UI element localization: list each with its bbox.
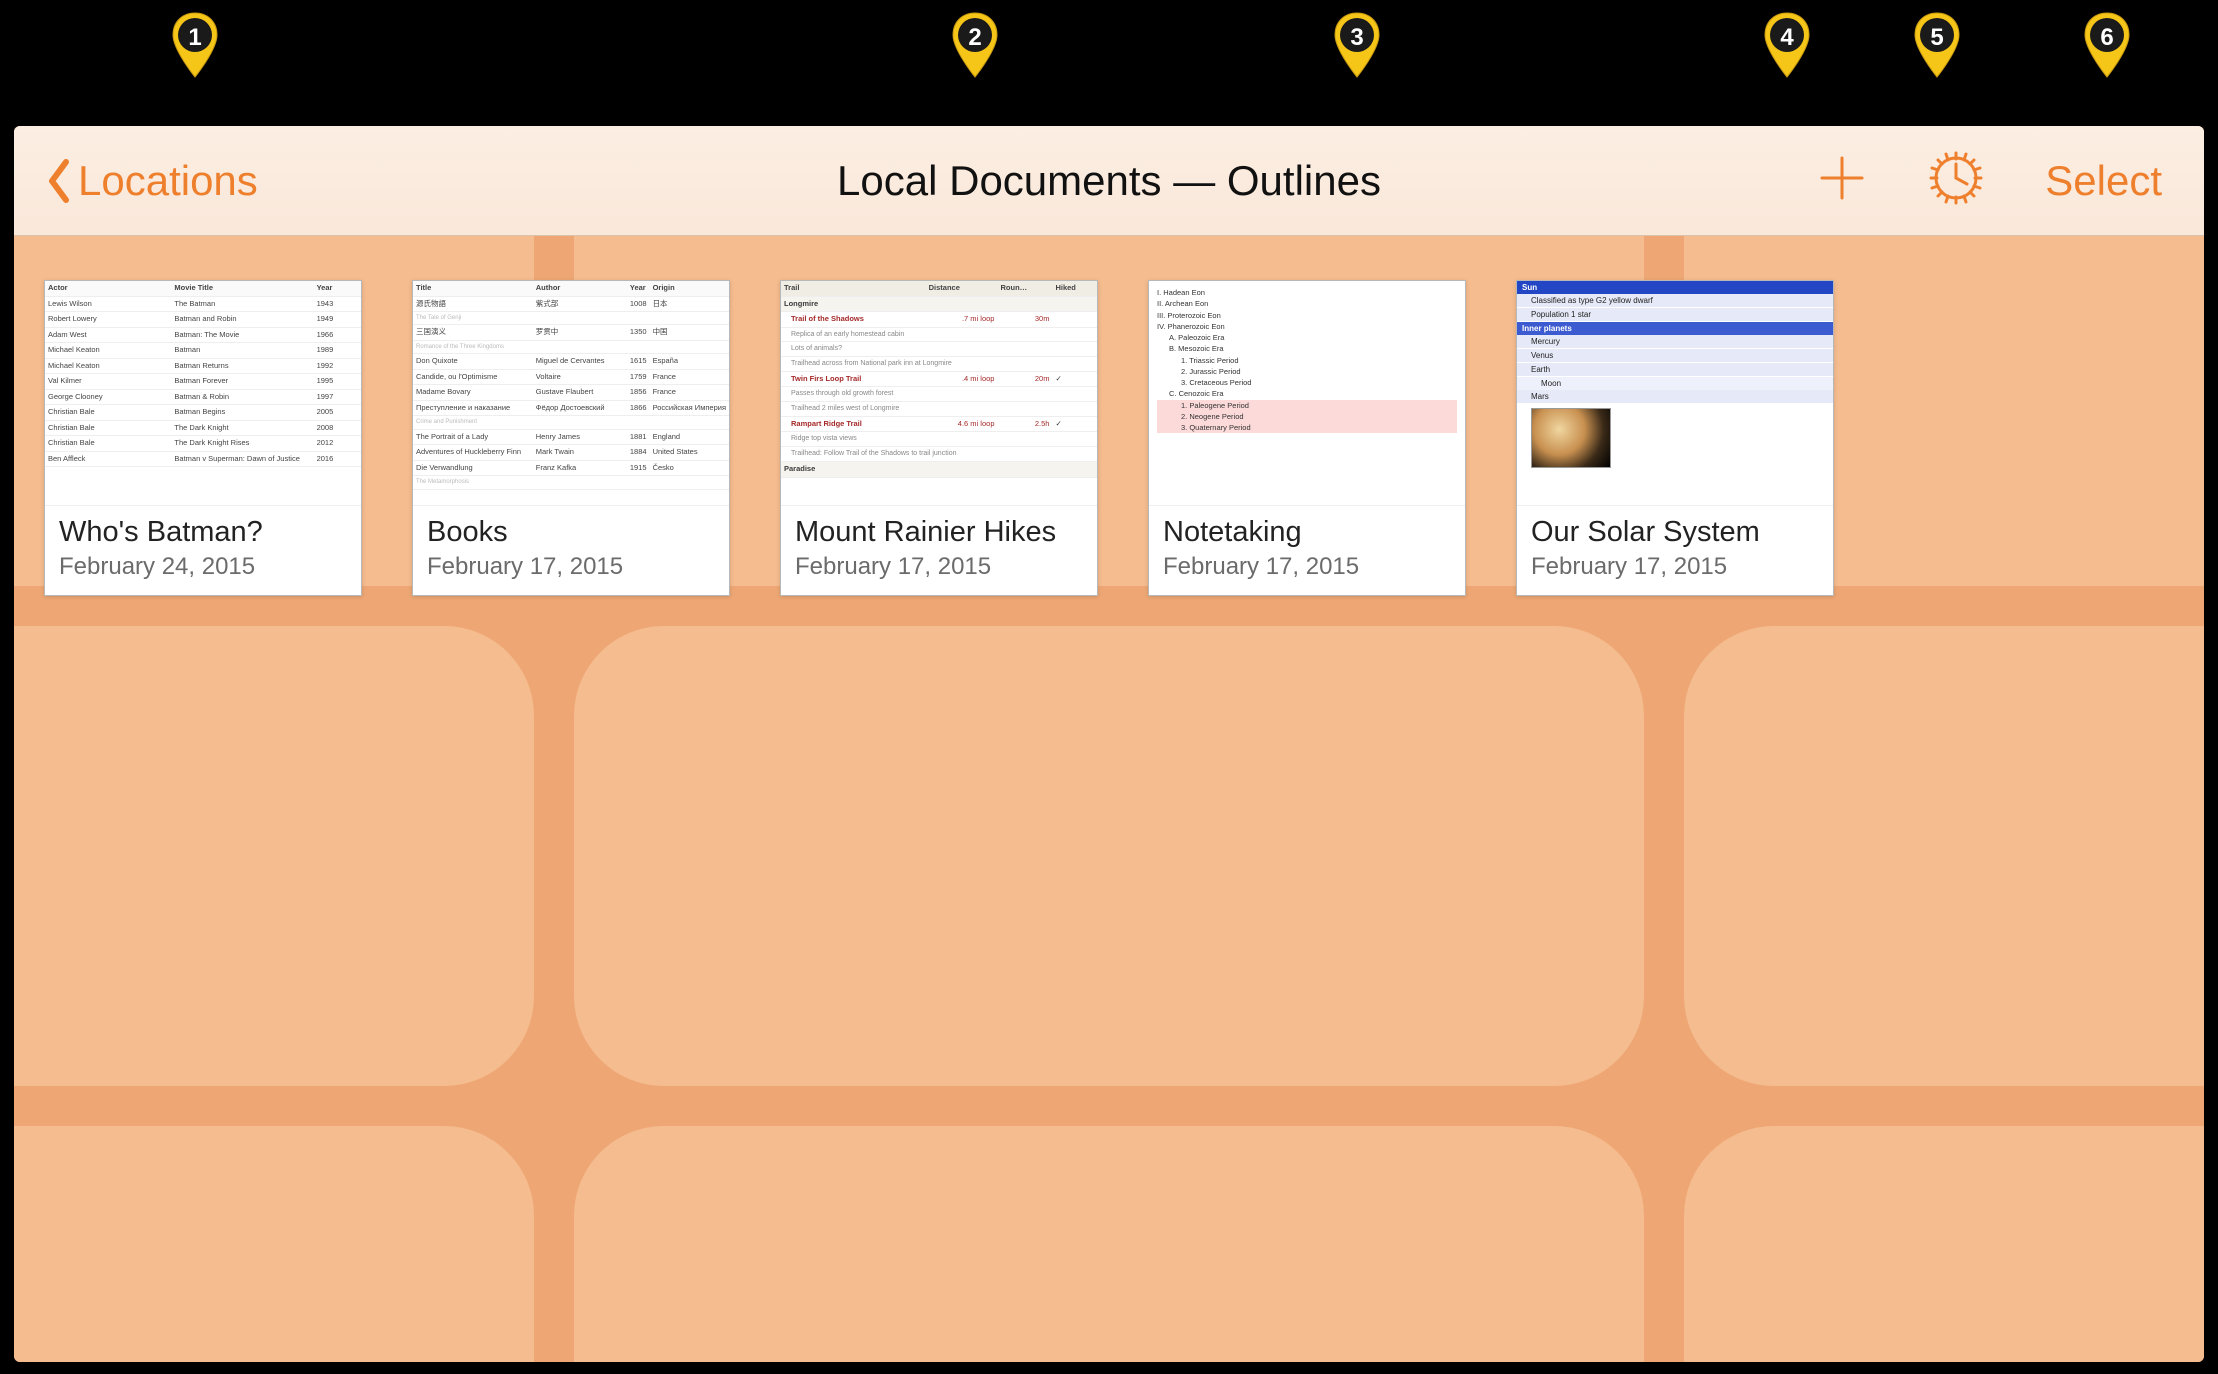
- document-date: February 17, 2015: [795, 553, 1083, 581]
- back-button-label: Locations: [78, 157, 258, 205]
- document-card[interactable]: ActorMovie TitleYearLewis WilsonThe Batm…: [44, 280, 362, 596]
- document-title: Our Solar System: [1531, 516, 1819, 549]
- document-info: Our Solar System February 17, 2015: [1517, 505, 1833, 595]
- document-info: Books February 17, 2015: [413, 505, 729, 595]
- gear-icon: [1929, 151, 1983, 210]
- annotation-pin-label: 3: [1332, 24, 1382, 52]
- app-window: Locations Local Documents — Outlines: [14, 126, 2204, 1362]
- select-button[interactable]: Select: [2045, 157, 2174, 205]
- document-title: Who's Batman?: [59, 516, 347, 549]
- document-grid: ActorMovie TitleYearLewis WilsonThe Batm…: [14, 236, 2204, 640]
- document-date: February 24, 2015: [59, 553, 347, 581]
- document-info: Mount Rainier Hikes February 17, 2015: [781, 505, 1097, 595]
- document-thumbnail: TitleAuthorYearOrigin源氏物語紫式部1008日本The Ta…: [413, 281, 729, 505]
- page-title: Local Documents — Outlines: [837, 157, 1381, 205]
- document-info: Who's Batman? February 24, 2015: [45, 505, 361, 595]
- annotation-pin-1: 1: [170, 10, 220, 80]
- document-date: February 17, 2015: [1531, 553, 1819, 581]
- annotation-pin-label: 1: [170, 24, 220, 52]
- document-date: February 17, 2015: [1163, 553, 1451, 581]
- annotation-pin-3: 3: [1332, 10, 1382, 80]
- document-title: Mount Rainier Hikes: [795, 516, 1083, 549]
- document-card[interactable]: TrailDistanceRoun…HikedLongmireTrail of …: [780, 280, 1098, 596]
- annotation-pin-6: 6: [2082, 10, 2132, 80]
- annotation-pin-2: 2: [950, 10, 1000, 80]
- toolbar: Locations Local Documents — Outlines: [14, 126, 2204, 236]
- document-info: Notetaking February 17, 2015: [1149, 505, 1465, 595]
- document-thumbnail: ActorMovie TitleYearLewis WilsonThe Batm…: [45, 281, 361, 505]
- annotation-pin-label: 2: [950, 24, 1000, 52]
- toolbar-right-group: Select: [1817, 151, 2174, 210]
- settings-button[interactable]: [1929, 151, 1983, 210]
- annotation-pin-5: 5: [1912, 10, 1962, 80]
- document-card[interactable]: SunClassified as type G2 yellow dwarfPop…: [1516, 280, 1834, 596]
- document-thumbnail: TrailDistanceRoun…HikedLongmireTrail of …: [781, 281, 1097, 505]
- annotation-pin-label: 6: [2082, 24, 2132, 52]
- document-thumbnail: SunClassified as type G2 yellow dwarfPop…: [1517, 281, 1833, 505]
- document-card[interactable]: TitleAuthorYearOrigin源氏物語紫式部1008日本The Ta…: [412, 280, 730, 596]
- annotation-pin-4: 4: [1762, 10, 1812, 80]
- annotation-pin-label: 5: [1912, 24, 1962, 52]
- add-button[interactable]: [1817, 153, 1867, 208]
- annotation-pin-label: 4: [1762, 24, 1812, 52]
- back-button[interactable]: Locations: [44, 156, 258, 206]
- document-title: Books: [427, 516, 715, 549]
- document-card[interactable]: I. Hadean EonII. Archean EonIII. Protero…: [1148, 280, 1466, 596]
- document-thumbnail: I. Hadean EonII. Archean EonIII. Protero…: [1149, 281, 1465, 505]
- document-date: February 17, 2015: [427, 553, 715, 581]
- plus-icon: [1817, 153, 1867, 208]
- chevron-left-icon: [44, 156, 74, 206]
- document-title: Notetaking: [1163, 516, 1451, 549]
